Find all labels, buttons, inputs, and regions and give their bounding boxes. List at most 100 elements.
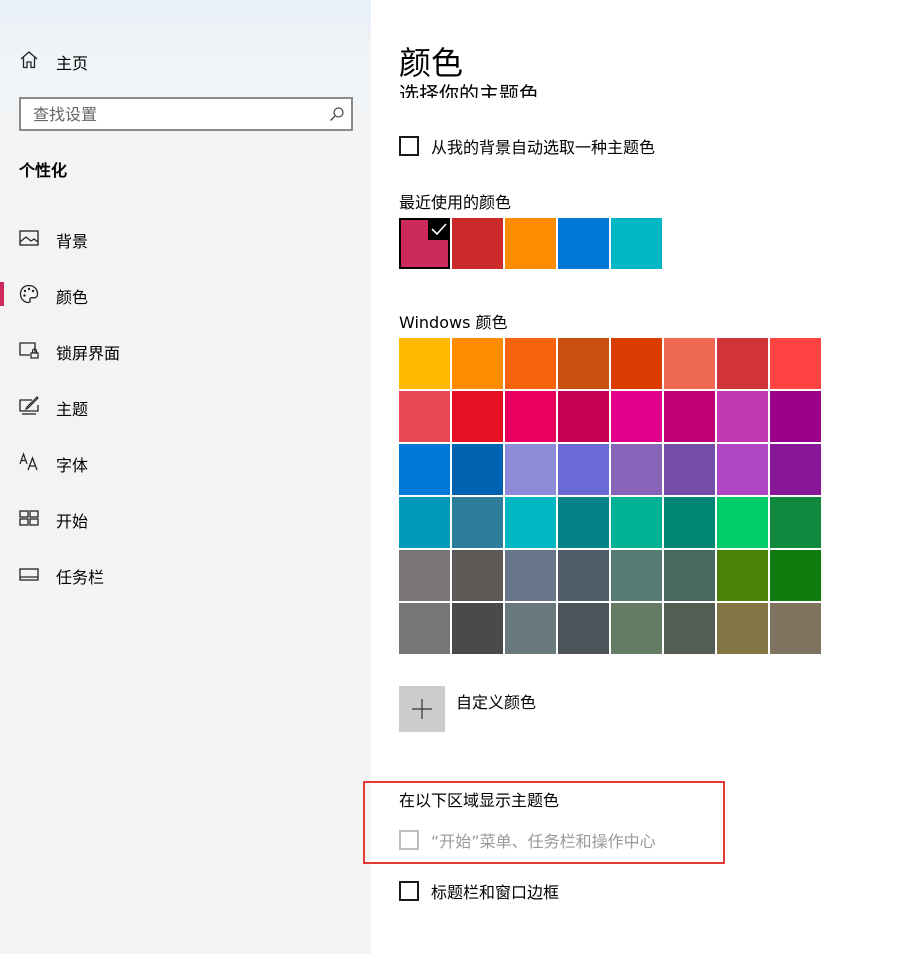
windows-color-swatch[interactable] xyxy=(399,338,450,389)
sidebar-item-background[interactable]: 背景 xyxy=(0,216,371,260)
sidebar-item-label: 背景 xyxy=(56,232,89,251)
picture-icon xyxy=(19,230,39,246)
windows-color-swatch[interactable] xyxy=(664,391,715,442)
windows-colors-label: Windows 颜色 xyxy=(399,313,508,332)
windows-color-swatch[interactable] xyxy=(399,497,450,548)
search-input[interactable] xyxy=(21,99,323,129)
check-icon xyxy=(428,218,450,240)
windows-color-swatch[interactable] xyxy=(558,497,609,548)
windows-color-swatch[interactable] xyxy=(452,603,503,654)
windows-color-swatch[interactable] xyxy=(770,603,821,654)
title-bars-checkbox-row[interactable]: 标题栏和窗口边框 xyxy=(399,879,559,903)
active-indicator xyxy=(0,282,4,306)
recent-color-swatch[interactable] xyxy=(399,218,450,269)
windows-color-swatch[interactable] xyxy=(558,338,609,389)
windows-color-swatch[interactable] xyxy=(452,550,503,601)
windows-color-swatch[interactable] xyxy=(399,391,450,442)
sidebar-item-start[interactable]: 开始 xyxy=(0,496,371,540)
sidebar-item-label: 任务栏 xyxy=(56,568,105,587)
recent-color-swatch[interactable] xyxy=(452,218,503,269)
windows-color-swatch[interactable] xyxy=(558,603,609,654)
sidebar-item-lock-screen[interactable]: 锁屏界面 xyxy=(0,328,371,372)
windows-color-swatch[interactable] xyxy=(558,550,609,601)
windows-color-swatch[interactable] xyxy=(558,444,609,495)
section-subtitle: 选择你的主题色 xyxy=(399,82,539,98)
section-title: 个性化 xyxy=(19,161,68,180)
windows-color-swatch[interactable] xyxy=(505,444,556,495)
windows-color-swatch[interactable] xyxy=(611,338,662,389)
highlight-annotation-box xyxy=(363,781,725,864)
windows-color-swatch[interactable] xyxy=(717,550,768,601)
windows-color-swatch[interactable] xyxy=(717,444,768,495)
windows-color-swatch[interactable] xyxy=(664,603,715,654)
recent-colors-label: 最近使用的颜色 xyxy=(399,193,512,212)
page-title: 颜色 xyxy=(399,44,464,82)
windows-color-swatch[interactable] xyxy=(452,338,503,389)
windows-color-swatch[interactable] xyxy=(664,550,715,601)
windows-color-swatch[interactable] xyxy=(611,391,662,442)
windows-color-swatch[interactable] xyxy=(611,550,662,601)
windows-color-swatch[interactable] xyxy=(717,391,768,442)
windows-color-swatch[interactable] xyxy=(664,497,715,548)
sidebar-item-label: 字体 xyxy=(56,456,89,475)
windows-color-swatch[interactable] xyxy=(399,550,450,601)
windows-color-swatch[interactable] xyxy=(505,550,556,601)
home-nav-item[interactable]: 主页 xyxy=(0,38,371,82)
sidebar-item-taskbar[interactable]: 任务栏 xyxy=(0,552,371,596)
search-icon[interactable] xyxy=(329,106,345,122)
title-bars-label[interactable]: 标题栏和窗口边框 xyxy=(431,879,559,903)
windows-colors-grid xyxy=(399,338,821,654)
taskbar-icon xyxy=(19,568,39,581)
sidebar-item-label: 主题 xyxy=(56,400,89,419)
recent-color-swatch[interactable] xyxy=(505,218,556,269)
windows-color-swatch[interactable] xyxy=(770,550,821,601)
home-icon xyxy=(20,51,38,69)
windows-color-swatch[interactable] xyxy=(452,391,503,442)
windows-color-swatch[interactable] xyxy=(505,603,556,654)
windows-color-swatch[interactable] xyxy=(611,497,662,548)
windows-color-swatch[interactable] xyxy=(770,391,821,442)
auto-pick-accent-checkbox[interactable] xyxy=(399,136,419,156)
windows-color-swatch[interactable] xyxy=(505,391,556,442)
custom-color-label[interactable]: 自定义颜色 xyxy=(456,689,536,713)
search-box[interactable] xyxy=(19,97,353,131)
home-label: 主页 xyxy=(56,54,89,73)
recent-color-swatch[interactable] xyxy=(611,218,662,269)
recent-color-swatch[interactable] xyxy=(558,218,609,269)
windows-color-swatch[interactable] xyxy=(558,391,609,442)
windows-color-swatch[interactable] xyxy=(505,497,556,548)
palette-icon xyxy=(19,284,39,304)
lock-screen-icon xyxy=(19,342,39,359)
windows-color-swatch[interactable] xyxy=(664,444,715,495)
sidebar-item-label: 颜色 xyxy=(56,288,89,307)
windows-color-swatch[interactable] xyxy=(770,444,821,495)
windows-color-swatch[interactable] xyxy=(505,338,556,389)
windows-color-swatch[interactable] xyxy=(452,444,503,495)
windows-color-swatch[interactable] xyxy=(611,603,662,654)
auto-pick-accent-checkbox-row[interactable]: 从我的背景自动选取一种主题色 xyxy=(399,134,655,158)
sidebar-item-label: 开始 xyxy=(56,512,89,531)
windows-color-swatch[interactable] xyxy=(717,338,768,389)
windows-color-swatch[interactable] xyxy=(399,444,450,495)
sidebar-item-fonts[interactable]: 字体 xyxy=(0,440,371,484)
recent-colors xyxy=(399,218,664,269)
start-icon xyxy=(19,510,39,526)
windows-color-swatch[interactable] xyxy=(770,497,821,548)
windows-color-swatch[interactable] xyxy=(770,338,821,389)
auto-pick-accent-label[interactable]: 从我的背景自动选取一种主题色 xyxy=(431,134,655,158)
font-icon xyxy=(19,452,38,471)
windows-color-swatch[interactable] xyxy=(717,497,768,548)
plus-icon xyxy=(412,699,432,719)
windows-color-swatch[interactable] xyxy=(664,338,715,389)
title-bars-checkbox[interactable] xyxy=(399,881,419,901)
windows-color-swatch[interactable] xyxy=(611,444,662,495)
theme-icon xyxy=(19,396,39,415)
windows-color-swatch[interactable] xyxy=(717,603,768,654)
windows-color-swatch[interactable] xyxy=(452,497,503,548)
sidebar-item-label: 锁屏界面 xyxy=(56,344,121,363)
sidebar-item-colors[interactable]: 颜色 xyxy=(0,272,371,316)
sidebar-item-themes[interactable]: 主题 xyxy=(0,384,371,428)
custom-color-button[interactable] xyxy=(399,686,445,732)
windows-color-swatch[interactable] xyxy=(399,603,450,654)
sidebar: 主页 个性化 背景 颜色 锁屏界面 xyxy=(0,0,371,954)
